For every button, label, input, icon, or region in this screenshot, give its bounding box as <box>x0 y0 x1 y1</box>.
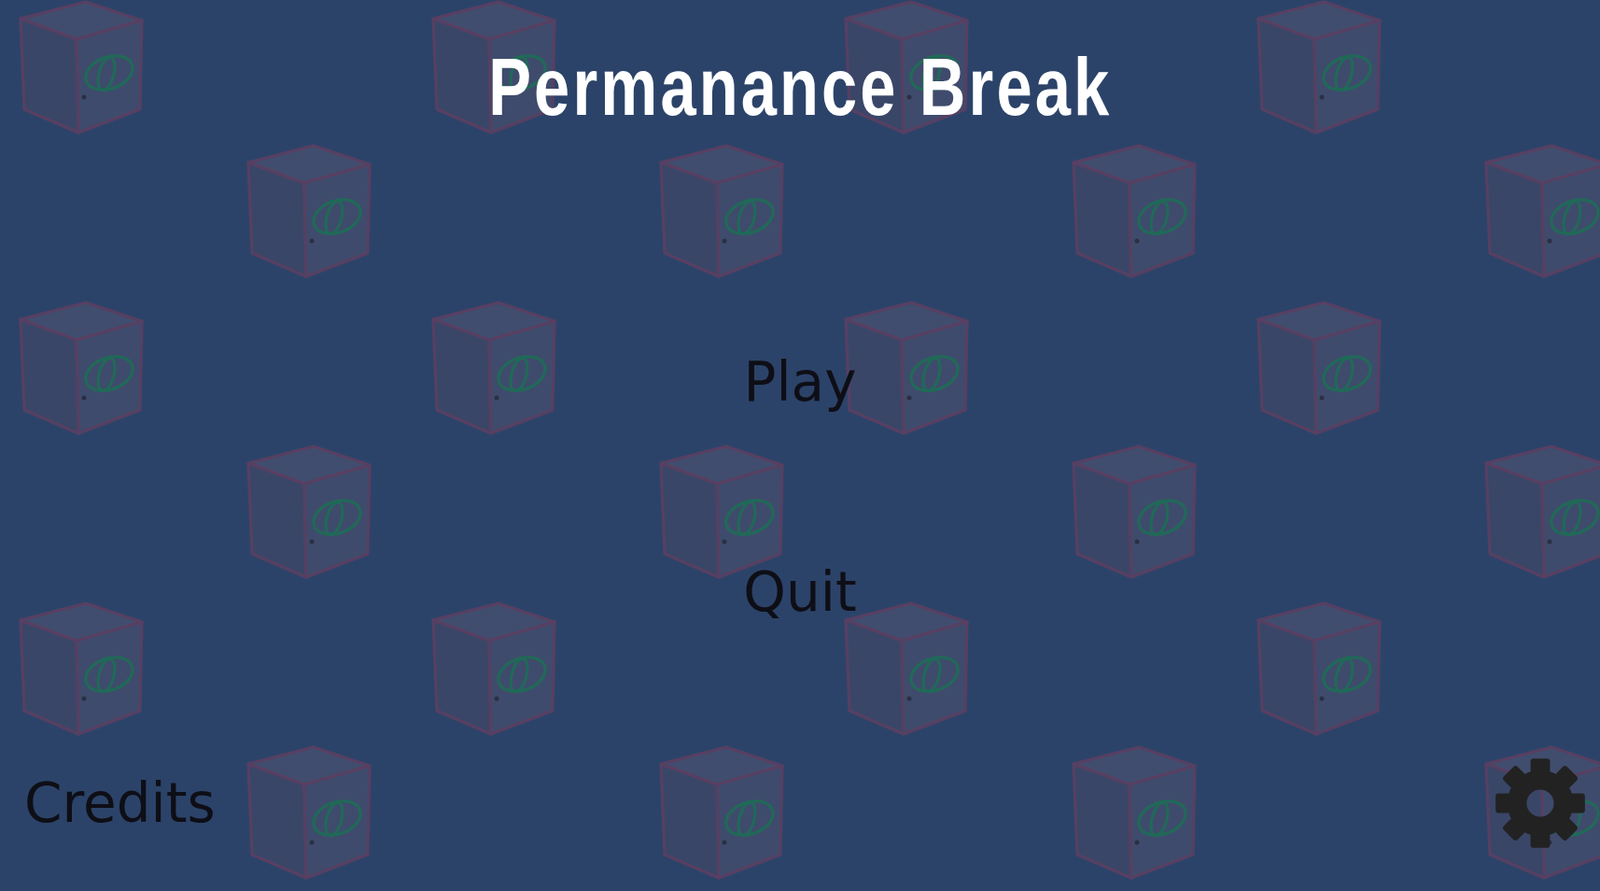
menu-button[interactable]: Play <box>736 348 865 417</box>
game-title: Permanance Break <box>488 37 1112 137</box>
gear-icon <box>1491 754 1589 852</box>
title-bar: Permanance Break <box>0 0 1600 137</box>
cube-pattern-background <box>0 0 1600 891</box>
main-menu-screen: Permanance Break Play Quit Credits <box>0 0 1600 891</box>
main-menu: Play Quit <box>0 136 1600 627</box>
credits-button[interactable]: Credits <box>16 769 224 838</box>
footer: Credits <box>0 754 1600 891</box>
menu-button[interactable]: Quit <box>735 558 864 627</box>
settings-button[interactable] <box>1491 754 1589 852</box>
